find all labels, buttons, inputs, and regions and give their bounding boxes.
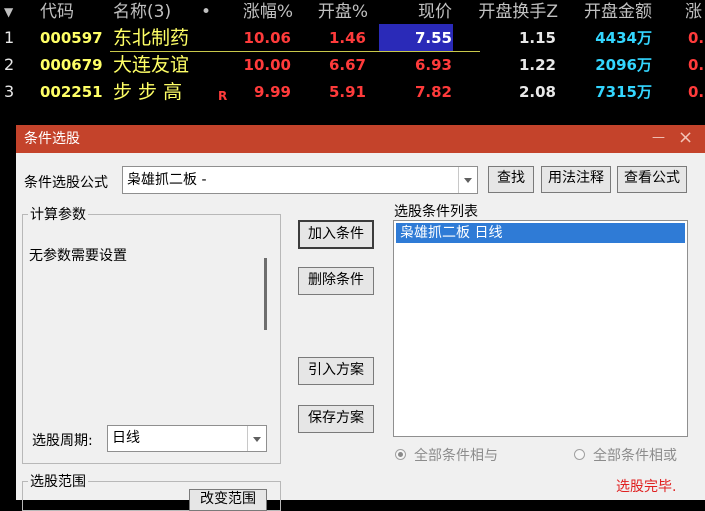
row-index: 1	[4, 28, 15, 47]
formula-label: 条件选股公式	[24, 175, 108, 191]
import-plan-button[interactable]: 引入方案	[298, 357, 374, 385]
usage-button[interactable]: 用法注释	[541, 166, 611, 193]
change-pct: 9.99	[253, 83, 291, 101]
header-sort-arrow-icon[interactable]: ▼	[4, 0, 13, 24]
price: 6.93	[414, 56, 452, 74]
list-item[interactable]: 枭雄抓二板 日线	[396, 223, 685, 243]
header-change-pct[interactable]: 涨幅%	[221, 0, 293, 24]
table-row[interactable]: 3 002251 步 步 高 R 9.99 5.91 7.82 2.08 731…	[0, 78, 705, 106]
stock-code: 000597	[40, 29, 103, 47]
stock-name: 东北制药	[113, 27, 190, 49]
stock-name: 大连友谊	[113, 54, 190, 76]
price: 7.55	[379, 24, 453, 52]
stock-name: 步 步 高	[113, 81, 183, 103]
header-dot: •	[201, 2, 212, 22]
close-icon[interactable]: ×	[678, 125, 693, 151]
extra: 0.	[688, 29, 705, 47]
extra: 0.	[688, 56, 705, 74]
stock-code: 002251	[40, 83, 103, 101]
formula-select[interactable]: 枭雄抓二板 -	[122, 166, 478, 194]
status-text: 选股完毕.	[616, 479, 677, 495]
stock-code: 000679	[40, 56, 103, 74]
change-range-button[interactable]: 改变范围	[189, 489, 267, 511]
header-price[interactable]: 现价	[390, 0, 452, 24]
chevron-down-icon[interactable]	[458, 167, 477, 193]
delete-condition-button[interactable]: 删除条件	[298, 267, 374, 295]
open-turnover: 1.22	[518, 56, 556, 74]
dialog-titlebar[interactable]: 条件选股 — ×	[16, 125, 705, 153]
radio-or-label[interactable]: 全部条件相或	[593, 445, 677, 465]
add-condition-button[interactable]: 加入条件	[298, 220, 374, 249]
params-scrollbar[interactable]	[264, 258, 267, 330]
header-open-pct[interactable]: 开盘%	[296, 0, 368, 24]
radio-and-label[interactable]: 全部条件相与	[414, 445, 498, 465]
chevron-down-icon[interactable]	[247, 426, 266, 451]
table-row[interactable]: 2 000679 大连友谊 10.00 6.67 6.93 1.22 2096万…	[0, 51, 705, 79]
radio-and[interactable]	[395, 449, 406, 460]
open-pct: 6.67	[328, 56, 366, 74]
table-header: ▼ 代码 名称(3) • 涨幅% 开盘% 现价 开盘换手Z 开盘金额 涨	[0, 0, 705, 26]
open-amount: 2096万	[595, 56, 652, 74]
period-label: 选股周期:	[32, 433, 93, 449]
table-row[interactable]: 1 000597 东北制药 10.06 1.46 7.55 1.15 4434万…	[0, 24, 705, 52]
price: 7.82	[414, 83, 452, 101]
change-pct: 10.06	[243, 29, 291, 47]
find-button[interactable]: 查找	[488, 166, 534, 193]
extra: 0.	[688, 83, 705, 101]
period-value: 日线	[112, 430, 140, 446]
period-select[interactable]: 日线	[107, 425, 267, 452]
change-pct: 10.00	[243, 56, 291, 74]
header-code[interactable]: 代码	[40, 0, 74, 24]
radio-or[interactable]	[574, 449, 585, 460]
open-amount: 7315万	[595, 83, 652, 101]
formula-value: 枭雄抓二板 -	[127, 172, 207, 188]
row-index: 3	[4, 82, 15, 101]
view-formula-button[interactable]: 查看公式	[617, 166, 687, 193]
open-amount: 4434万	[595, 29, 652, 47]
header-open-amount[interactable]: 开盘金额	[566, 0, 652, 24]
header-open-turnover[interactable]: 开盘换手Z	[462, 0, 558, 24]
open-turnover: 2.08	[518, 83, 556, 101]
row-index: 2	[4, 55, 15, 74]
header-extra[interactable]: 涨	[685, 0, 702, 24]
no-params-text: 无参数需要设置	[29, 248, 127, 264]
condition-stock-dialog: 条件选股 — × 条件选股公式 枭雄抓二板 - 查找 用法注释 查看公式 计算参…	[16, 125, 705, 511]
range-group-title: 选股范围	[28, 471, 88, 491]
open-pct: 5.91	[328, 83, 366, 101]
condition-list[interactable]: 枭雄抓二板 日线	[393, 220, 688, 437]
condition-list-title: 选股条件列表	[394, 204, 478, 220]
minimize-icon[interactable]: —	[652, 125, 665, 151]
save-plan-button[interactable]: 保存方案	[298, 405, 374, 433]
params-group-title: 计算参数	[28, 204, 88, 224]
header-name[interactable]: 名称(3)	[113, 0, 171, 24]
dialog-title: 条件选股	[24, 131, 80, 147]
open-turnover: 1.15	[518, 29, 556, 47]
open-pct: 1.46	[328, 29, 366, 47]
